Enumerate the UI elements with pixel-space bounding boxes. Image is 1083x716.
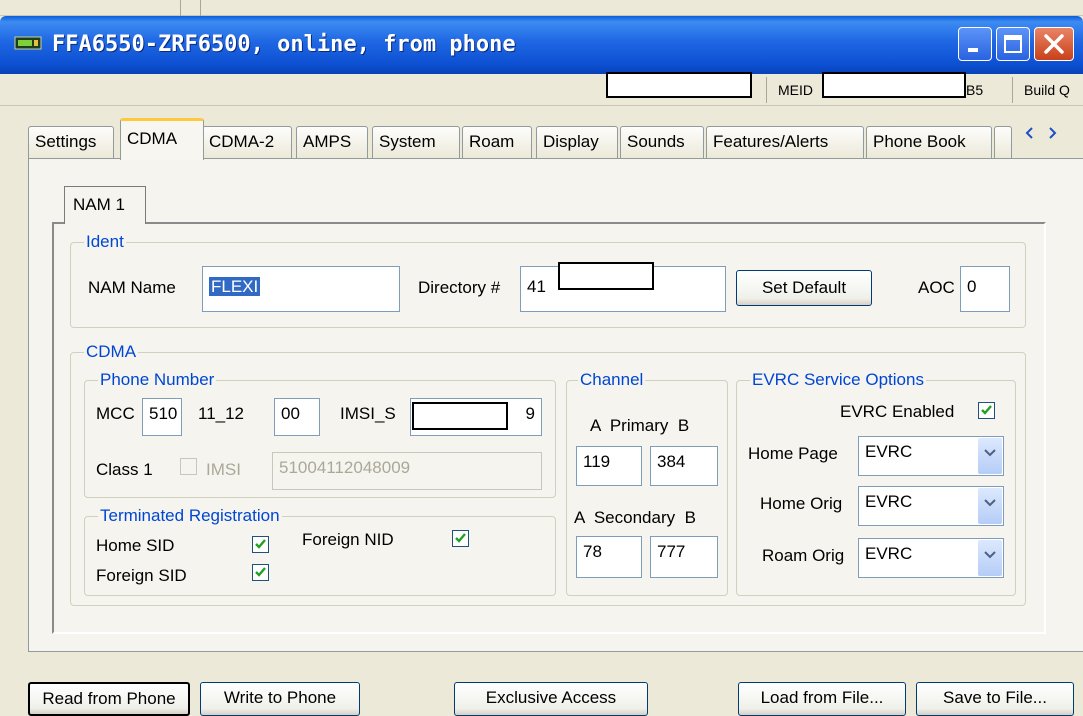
home-orig-select[interactable]: EVRC: [858, 486, 1004, 526]
foreign-nid-label: Foreign NID: [302, 530, 394, 549]
evrc-enabled-checkbox[interactable]: [978, 402, 995, 419]
evrc-legend: EVRC Service Options: [750, 370, 926, 390]
set-default-button[interactable]: Set Default: [736, 270, 872, 306]
top-strip: [0, 0, 1083, 16]
secondary-b-input[interactable]: 777: [650, 536, 718, 578]
aoc-label: AOC: [918, 278, 955, 297]
cdma-legend: CDMA: [84, 342, 139, 362]
evrc-enabled-label: EVRC Enabled: [840, 402, 955, 421]
p11-12-input[interactable]: 00: [274, 398, 320, 436]
redacted-box: [558, 262, 654, 290]
foreign-sid-checkbox[interactable]: [252, 564, 269, 581]
load-from-file-button[interactable]: Load from File...: [738, 682, 906, 716]
mcc-input[interactable]: 510: [142, 398, 182, 436]
tab-system[interactable]: System: [372, 126, 460, 158]
chevron-left-icon: [1025, 127, 1033, 139]
redacted-box: [606, 72, 752, 98]
tab-scroll-arrows[interactable]: [1010, 120, 1070, 146]
tab-phone-book[interactable]: Phone Book: [866, 126, 992, 158]
nam-name-input[interactable]: FLEXI: [202, 266, 400, 312]
primary-a-input[interactable]: 119: [576, 446, 642, 486]
tab-nam-1[interactable]: NAM 1: [64, 186, 146, 224]
tab-features-alerts[interactable]: Features/Alerts: [706, 126, 864, 158]
mcc-label: MCC: [96, 404, 135, 423]
imsi-checkbox[interactable]: [180, 458, 197, 475]
checkmark-icon: [981, 405, 992, 415]
ident-legend: Ident: [84, 232, 126, 252]
build-label: Build Q: [1024, 82, 1070, 98]
class-1-label: Class 1: [96, 460, 153, 479]
home-page-select[interactable]: EVRC: [858, 436, 1004, 476]
phone-number-legend: Phone Number: [98, 370, 217, 390]
imsi-input[interactable]: 51004112048009: [272, 452, 542, 490]
checkmark-icon: [255, 539, 266, 549]
maximize-button[interactable]: [996, 27, 1030, 61]
chevron-right-icon: [1049, 127, 1057, 139]
exclusive-access-button[interactable]: Exclusive Access: [454, 682, 648, 716]
close-icon: [1044, 34, 1064, 54]
terminated-registration-legend: Terminated Registration: [98, 506, 282, 526]
meid-suffix: B5: [966, 82, 984, 98]
app-icon: [14, 36, 42, 50]
close-button[interactable]: [1034, 27, 1074, 61]
aoc-input[interactable]: 0: [960, 266, 1010, 312]
home-orig-label: Home Orig: [760, 494, 843, 513]
primary-label: A Primary B: [590, 416, 690, 435]
tab-amps[interactable]: AMPS: [296, 126, 368, 158]
roam-orig-select[interactable]: EVRC: [858, 538, 1004, 578]
checkmark-icon: [255, 567, 266, 577]
foreign-sid-label: Foreign SID: [96, 566, 187, 585]
directory-label: Directory #: [418, 278, 501, 297]
write-to-phone-button[interactable]: Write to Phone: [200, 682, 360, 716]
p11-12-label: 11_12: [198, 404, 245, 423]
tab-cdma-2[interactable]: CDMA-2: [202, 126, 292, 158]
window-title: FFA6550-ZRF6500, online, from phone: [52, 32, 516, 57]
chevron-down-icon: [984, 499, 996, 507]
maximize-icon: [1004, 35, 1022, 53]
primary-b-input[interactable]: 384: [650, 446, 718, 486]
redacted-box: [822, 72, 966, 98]
tab-sounds[interactable]: Sounds: [620, 126, 704, 158]
redacted-box: [412, 402, 508, 430]
tab-cdma[interactable]: CDMA: [120, 118, 204, 160]
channel-legend: Channel: [578, 370, 646, 390]
home-sid-label: Home SID: [96, 536, 175, 555]
tab-roam[interactable]: Roam: [462, 126, 532, 158]
save-to-file-button[interactable]: Save to File...: [916, 682, 1074, 716]
chevron-down-icon: [984, 449, 996, 457]
read-from-phone-button[interactable]: Read from Phone: [28, 682, 190, 716]
checkmark-icon: [455, 533, 466, 543]
imsi-label: IMSI: [206, 460, 241, 479]
home-page-label: Home Page: [748, 444, 838, 463]
nam-name-label: NAM Name: [88, 278, 176, 297]
meid-label: MEID: [778, 82, 813, 98]
secondary-a-input[interactable]: 78: [576, 536, 642, 578]
roam-orig-label: Roam Orig: [762, 546, 845, 565]
minimize-icon: [968, 48, 978, 52]
imsi-s-label: IMSI_S: [340, 404, 396, 423]
tab-settings[interactable]: Settings: [28, 126, 114, 158]
minimize-button[interactable]: [958, 27, 992, 61]
tab-display[interactable]: Display: [536, 126, 618, 158]
chevron-down-icon: [984, 551, 996, 559]
foreign-nid-checkbox[interactable]: [452, 530, 469, 547]
secondary-label: A Secondary B: [574, 508, 696, 527]
home-sid-checkbox[interactable]: [252, 536, 269, 553]
